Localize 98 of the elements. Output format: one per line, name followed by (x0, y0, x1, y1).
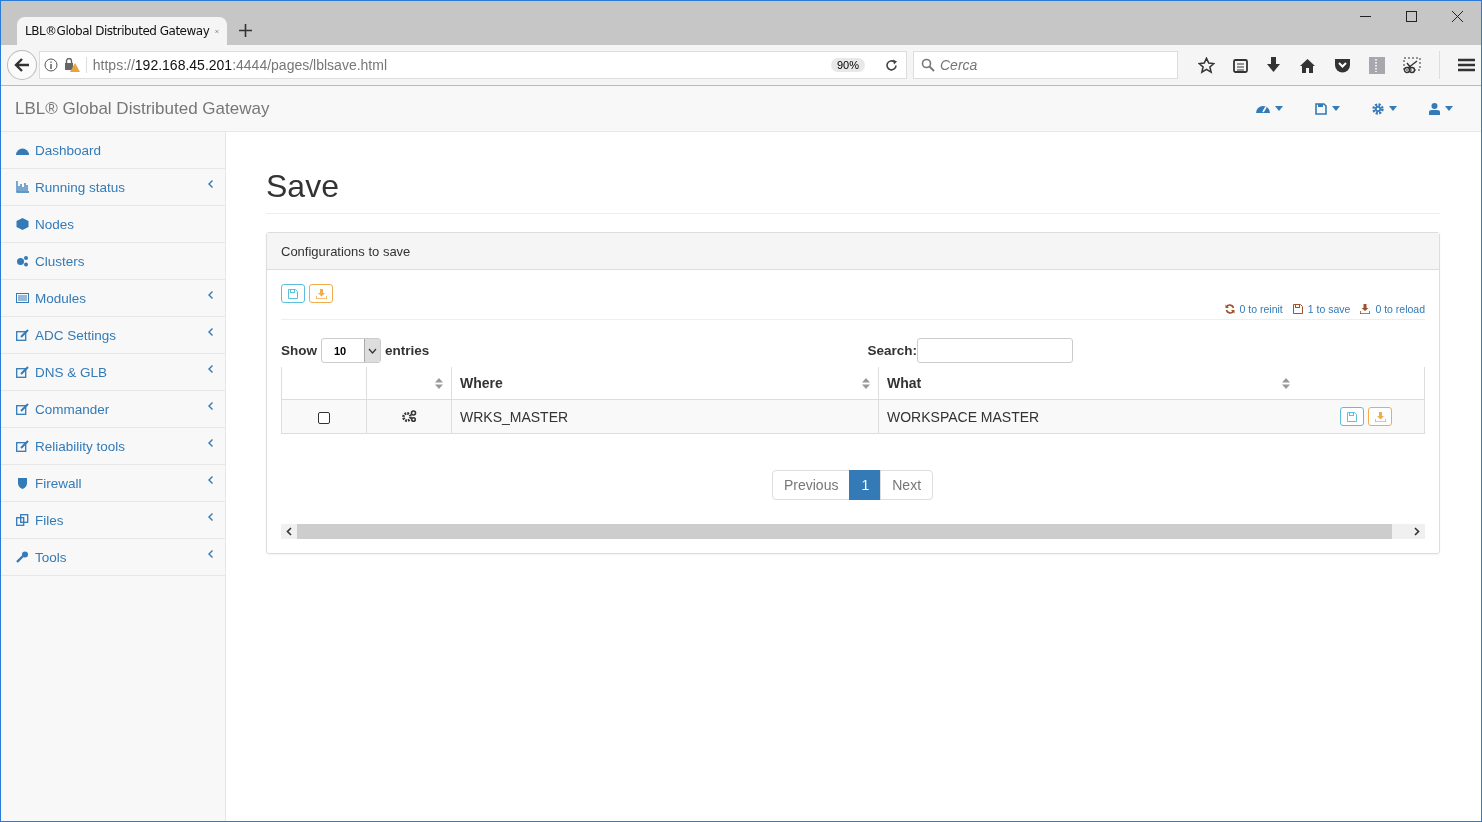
entries-label: entries (385, 343, 430, 358)
page-title: Save (266, 168, 1440, 214)
chevron-left-icon (208, 402, 213, 410)
chevron-left-icon (208, 291, 213, 299)
search-field[interactable]: Cerca (913, 51, 1178, 79)
sidebar-item[interactable]: Nodes (1, 206, 225, 243)
menu-item-icon (16, 218, 29, 230)
counter-link[interactable]: 1 to save (1307, 303, 1351, 315)
sort-icon (1282, 377, 1290, 389)
menu-item-icon (16, 329, 29, 341)
search-label: Search: (867, 343, 917, 358)
sidebar-item[interactable]: Firewall (1, 465, 225, 502)
floppy-icon (1315, 102, 1327, 115)
pagination-button[interactable]: Previous (771, 470, 851, 500)
caret-down-icon (1275, 106, 1283, 111)
caret-down-icon (1389, 106, 1397, 111)
gears-icon (401, 409, 417, 422)
sidebar-item[interactable]: Commander (1, 391, 225, 428)
reader-list-icon[interactable] (1233, 57, 1248, 73)
sort-icon (435, 377, 443, 389)
sidebar-item[interactable]: Clusters (1, 243, 225, 280)
save-dropdown[interactable] (1313, 100, 1342, 117)
column-header[interactable]: Where (451, 367, 879, 400)
back-button[interactable] (7, 50, 37, 80)
entries-select[interactable]: 10 (321, 338, 381, 363)
menu-icon[interactable] (1458, 58, 1475, 72)
menu-item-icon (16, 440, 29, 452)
search-icon (921, 58, 935, 72)
counter-link[interactable]: 0 to reload (1375, 303, 1425, 315)
menu-item-icon (16, 181, 29, 193)
chevron-left-icon (208, 328, 213, 336)
sort-icon (862, 377, 870, 389)
menu-item-icon (16, 477, 29, 489)
url-bar[interactable]: https://192.168.45.201:4444/pages/lblsave.html 90% (38, 51, 907, 79)
user-icon (1429, 102, 1440, 115)
menu-item-icon (16, 403, 29, 415)
chevron-right-icon[interactable] (1414, 527, 1420, 536)
info-icon[interactable] (43, 58, 58, 72)
panel-heading: Configurations to save (267, 233, 1439, 270)
sidebar-item[interactable]: Dashboard (1, 132, 225, 169)
chevron-down-icon (368, 347, 377, 354)
search-field[interactable] (917, 338, 1073, 363)
tab-title: LBL®Global Distributed Gateway (25, 24, 210, 38)
download-icon (315, 288, 327, 299)
download-icon (1360, 304, 1371, 314)
menu-item-icon (16, 292, 29, 304)
sidebar-item[interactable]: Modules (1, 280, 225, 317)
scissors-icon[interactable] (1403, 56, 1421, 74)
dashboard-icon (1256, 103, 1270, 114)
chevron-left-icon (208, 513, 213, 521)
chevron-left-icon (208, 365, 213, 373)
zoom-badge[interactable]: 90% (830, 58, 865, 72)
column-header[interactable]: What (878, 367, 1298, 400)
close-icon[interactable] (1452, 11, 1463, 22)
caret-down-icon (1332, 106, 1340, 111)
floppy-icon (1292, 304, 1303, 314)
app-brand[interactable]: LBL® Global Distributed Gateway (15, 98, 270, 119)
maximize-icon[interactable] (1406, 11, 1417, 22)
chevron-left-icon (208, 550, 213, 558)
arrow-left-icon (13, 58, 30, 72)
user-dropdown[interactable] (1427, 100, 1455, 117)
counter-link[interactable]: 0 to reinit (1239, 303, 1283, 315)
download-icon (1374, 411, 1386, 422)
sidebar-item[interactable]: Reliability tools (1, 428, 225, 465)
floppy-icon (288, 288, 298, 299)
chevron-left-icon[interactable] (286, 527, 292, 536)
sidebar-item[interactable]: Files (1, 502, 225, 539)
floppy-icon (1347, 411, 1357, 422)
sidebar-item[interactable]: ADC Settings (1, 317, 225, 354)
refresh-icon (1224, 304, 1235, 314)
chevron-left-icon (208, 180, 213, 188)
url-text[interactable]: https://192.168.45.201:4444/pages/lblsave.html (85, 57, 825, 73)
pagination-button[interactable]: Next (880, 470, 934, 500)
gear-icon (1372, 102, 1384, 115)
table-cell: WRKS_MASTER (451, 399, 879, 434)
menu-item-icon (16, 514, 29, 526)
chevron-left-icon (208, 439, 213, 447)
show-label: Show (281, 343, 317, 358)
star-icon[interactable] (1198, 56, 1215, 74)
sidebar-item[interactable]: Tools (1, 539, 225, 576)
home-icon[interactable] (1299, 57, 1316, 73)
menu-item-icon (16, 366, 29, 378)
download-icon[interactable] (1266, 57, 1281, 73)
browser-tab[interactable]: LBL®Global Distributed Gateway (17, 17, 227, 45)
warning-lock-icon[interactable] (63, 58, 80, 72)
chevron-left-icon (208, 476, 213, 484)
menu-item-icon (16, 551, 29, 563)
pagination-button[interactable]: 1 (849, 470, 882, 500)
pocket-icon[interactable] (1334, 57, 1351, 73)
plus-icon[interactable] (239, 24, 252, 37)
table-cell: WORKSPACE MASTER (878, 399, 1298, 434)
reload-icon[interactable] (885, 58, 898, 72)
sidebar-item[interactable]: Running status (1, 169, 225, 206)
caret-down-icon (1445, 106, 1453, 111)
sidebar-item[interactable]: DNS & GLB (1, 354, 225, 391)
menu-item-icon (16, 255, 29, 267)
horizontal-scrollbar[interactable] (281, 524, 1425, 539)
row-checkbox[interactable] (318, 411, 330, 424)
